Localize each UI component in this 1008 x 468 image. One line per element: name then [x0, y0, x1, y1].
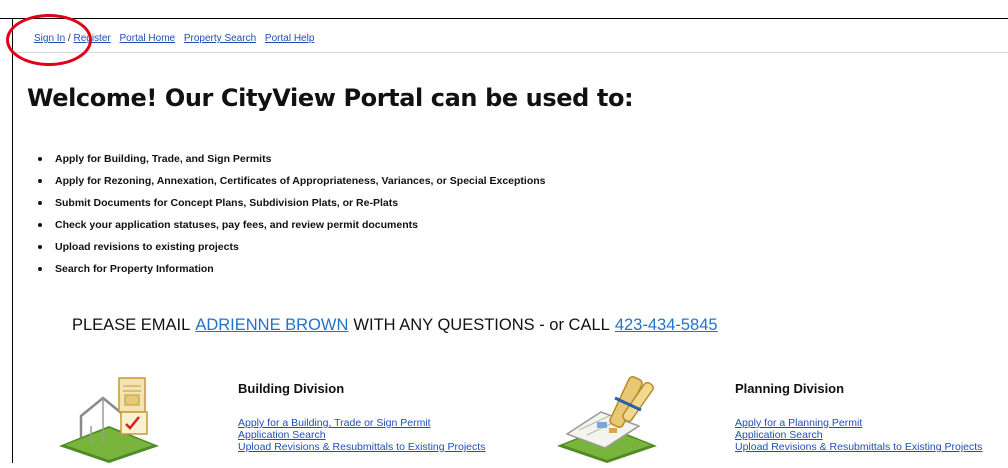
phone-link[interactable]: 423-434-5845	[615, 316, 718, 334]
planning-upload-revisions-link[interactable]: Upload Revisions & Resubmittals to Exist…	[735, 441, 982, 453]
planning-application-search-link[interactable]: Application Search	[735, 429, 982, 441]
email-contact-link[interactable]: ADRIENNE BROWN	[195, 316, 348, 334]
building-upload-revisions-link[interactable]: Upload Revisions & Resubmittals to Exist…	[238, 441, 485, 453]
portal-home-link[interactable]: Portal Home	[120, 33, 176, 44]
feature-item: Search for Property Information	[38, 261, 546, 283]
feature-list: Apply for Building, Trade, and Sign Perm…	[38, 151, 546, 283]
feature-item: Apply for Building, Trade, and Sign Perm…	[38, 151, 546, 173]
feature-item: Upload revisions to existing projects	[38, 239, 546, 261]
house-permit-icon[interactable]	[55, 368, 163, 463]
contact-middle: WITH ANY QUESTIONS - or CALL	[353, 316, 610, 334]
page-frame-left	[12, 18, 13, 463]
building-application-search-link[interactable]: Application Search	[238, 429, 485, 441]
property-search-link[interactable]: Property Search	[184, 33, 256, 44]
highlight-circle-annotation	[6, 14, 92, 66]
apply-planning-permit-link[interactable]: Apply for a Planning Permit	[735, 417, 982, 429]
page-title: Welcome! Our CityView Portal can be used…	[27, 84, 634, 112]
planning-division-title: Planning Division	[735, 381, 845, 396]
contact-line: PLEASE EMAIL ADRIENNE BROWN WITH ANY QUEST…	[72, 316, 718, 335]
building-division-links: Apply for a Building, Trade or Sign Perm…	[238, 417, 485, 453]
planning-division-links: Apply for a Planning Permit Application …	[735, 417, 982, 453]
building-division-title: Building Division	[238, 381, 345, 396]
planning-blueprint-icon[interactable]	[553, 368, 661, 463]
feature-item: Apply for Rezoning, Annexation, Certific…	[38, 173, 546, 195]
portal-help-link[interactable]: Portal Help	[265, 33, 314, 44]
page-frame-top	[0, 18, 1008, 19]
feature-item: Check your application statuses, pay fee…	[38, 217, 546, 239]
apply-building-permit-link[interactable]: Apply for a Building, Trade or Sign Perm…	[238, 417, 485, 429]
nav-divider	[13, 52, 1008, 53]
contact-prefix: PLEASE EMAIL	[72, 316, 191, 334]
feature-item: Submit Documents for Concept Plans, Subd…	[38, 195, 546, 217]
